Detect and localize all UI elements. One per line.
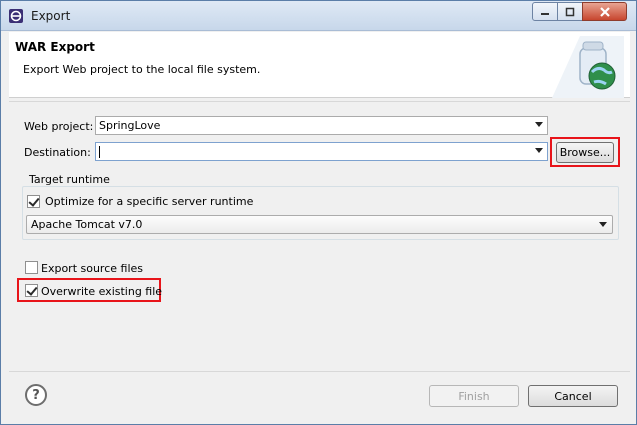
chevron-down-icon xyxy=(535,148,543,153)
help-icon[interactable]: ? xyxy=(25,384,47,406)
web-project-label: Web project: xyxy=(24,120,94,133)
overwrite-file-checkbox[interactable] xyxy=(25,284,38,297)
text-cursor xyxy=(99,146,100,158)
close-button[interactable] xyxy=(582,2,627,21)
close-icon xyxy=(599,6,610,17)
destination-combo[interactable] xyxy=(95,142,548,161)
war-export-icon xyxy=(552,36,624,98)
web-project-value: SpringLove xyxy=(99,119,161,132)
runtime-select[interactable]: Apache Tomcat v7.0 xyxy=(26,215,613,234)
minimize-icon xyxy=(541,12,549,15)
optimize-runtime-checkbox[interactable] xyxy=(27,195,40,208)
window-title: Export xyxy=(31,9,71,23)
destination-label: Destination: xyxy=(24,146,91,159)
export-source-label: Export source files xyxy=(41,262,144,275)
export-dialog: Export WAR Export Export Web project to … xyxy=(0,0,637,425)
page-description: Export Web project to the local file sys… xyxy=(23,63,261,76)
footer-separator xyxy=(9,371,630,372)
chevron-down-icon xyxy=(535,122,543,127)
header-separator xyxy=(9,101,630,102)
maximize-icon xyxy=(565,7,575,16)
chevron-down-icon xyxy=(599,222,607,227)
maximize-button[interactable] xyxy=(557,2,583,21)
page-title: WAR Export xyxy=(15,40,95,54)
title-bar[interactable]: Export xyxy=(1,1,636,31)
finish-button[interactable]: Finish xyxy=(429,385,519,407)
web-project-combo[interactable]: SpringLove xyxy=(95,116,548,135)
optimize-runtime-label: Optimize for a specific server runtime xyxy=(45,195,254,208)
export-source-checkbox[interactable] xyxy=(25,261,38,274)
minimize-button[interactable] xyxy=(532,2,558,21)
runtime-value: Apache Tomcat v7.0 xyxy=(31,218,143,231)
target-runtime-title: Target runtime xyxy=(26,173,113,186)
overwrite-file-label: Overwrite existing file xyxy=(41,285,163,298)
wizard-header: WAR Export Export Web project to the loc… xyxy=(9,32,630,98)
cancel-button[interactable]: Cancel xyxy=(528,385,618,407)
browse-button[interactable]: Browse... xyxy=(556,142,614,163)
eclipse-app-icon xyxy=(9,9,23,23)
